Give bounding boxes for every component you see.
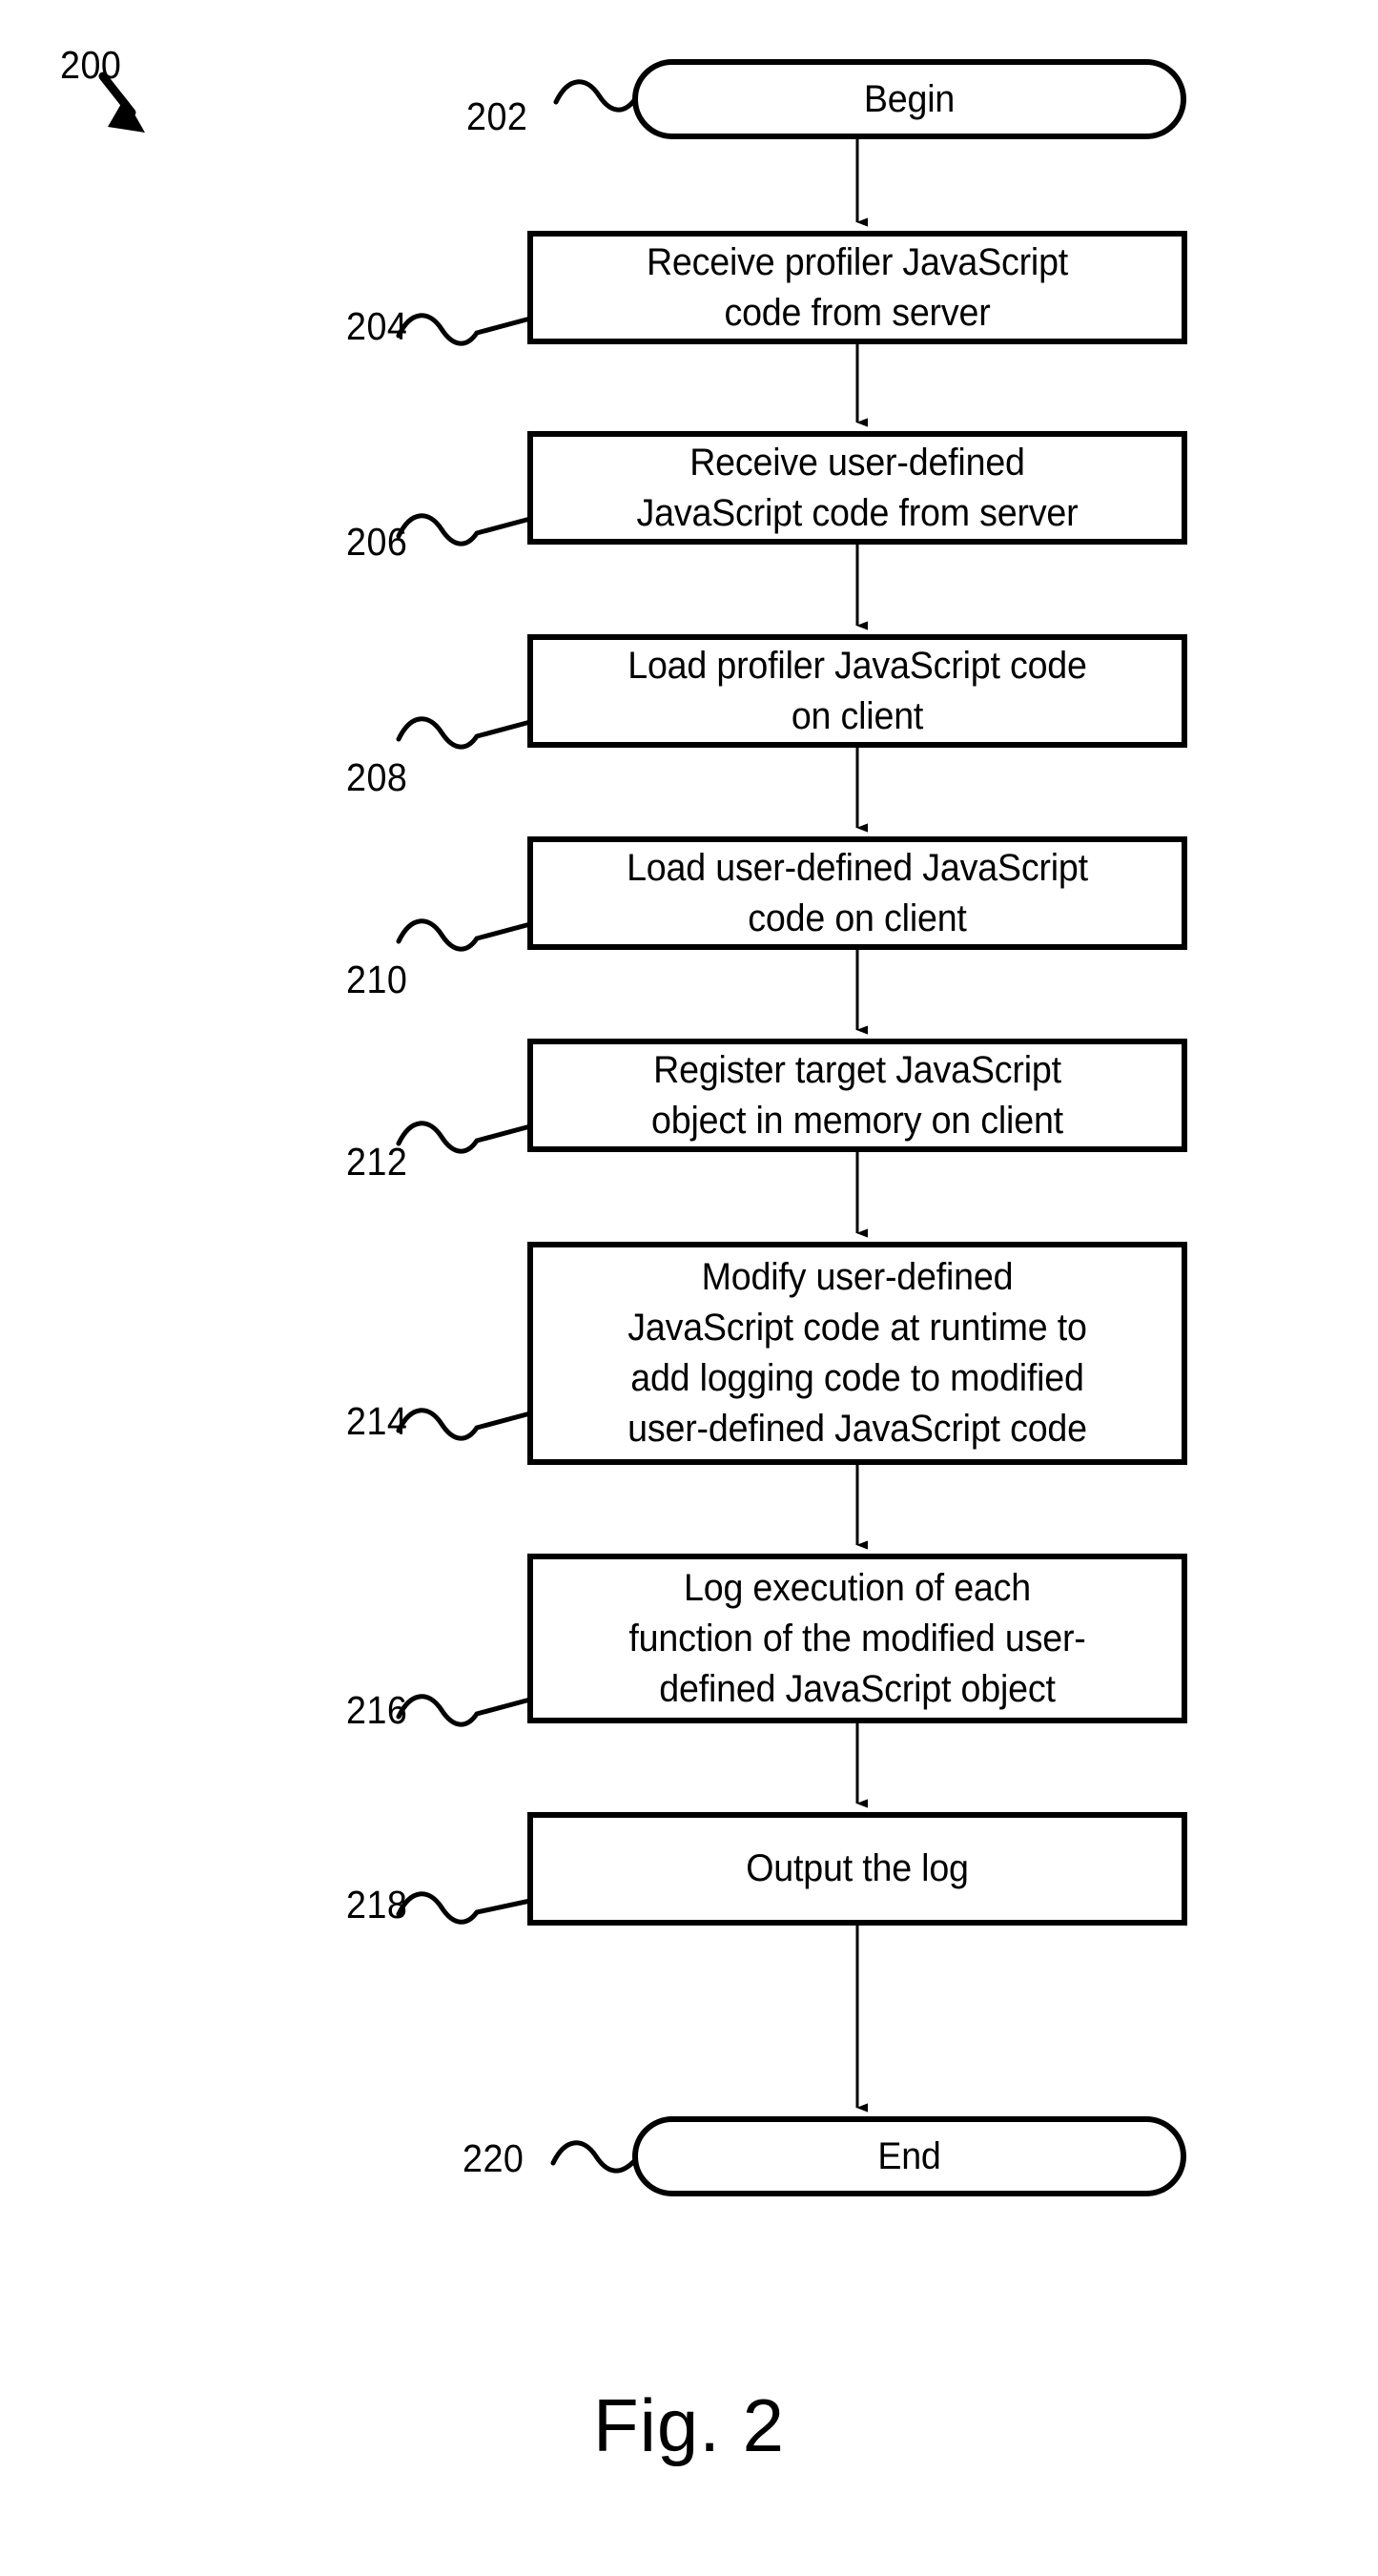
node-212-label: Register target JavaScript object in mem… [651, 1048, 1063, 1142]
figure-canvas: 200 202 204 206 208 210 212 214 216 218 … [0, 0, 1378, 2576]
squiggle-214 [396, 1408, 533, 1441]
node-214-label: Modify user-defined JavaScript code at r… [627, 1256, 1087, 1450]
ref-number-212: 212 [346, 1140, 408, 1184]
ref-number-220: 220 [463, 2136, 524, 2180]
figure-caption: Fig. 2 [592, 2383, 786, 2467]
node-218-label: Output the log [746, 1847, 969, 1889]
node-206: Receive user-defined JavaScript code fro… [530, 434, 1184, 542]
ref-number-210: 210 [346, 958, 408, 1001]
diagram-number-200: 200 [60, 43, 122, 87]
node-end-label: End [877, 2135, 941, 2177]
ref-number-214: 214 [346, 1399, 408, 1443]
squiggle-220 [550, 2140, 638, 2174]
node-204: Receive profiler JavaScript code from se… [530, 234, 1184, 341]
node-210-label: Load user-defined JavaScript code on cli… [627, 846, 1088, 939]
ref-number-204: 204 [346, 304, 408, 348]
squiggle-206 [396, 513, 533, 546]
node-208-label: Load profiler JavaScript code on client [627, 644, 1087, 737]
node-206-label: Receive user-defined JavaScript code fro… [636, 441, 1079, 534]
node-end: End [635, 2119, 1183, 2194]
ref-number-208: 208 [346, 755, 408, 799]
node-begin-label: Begin [863, 78, 956, 120]
node-212: Register target JavaScript object in mem… [530, 1041, 1184, 1149]
node-216: Log execution of each function of the mo… [530, 1556, 1184, 1721]
ref-number-202: 202 [466, 94, 528, 138]
squiggle-210 [396, 918, 533, 952]
squiggle-202 [553, 79, 638, 113]
node-214: Modify user-defined JavaScript code at r… [530, 1245, 1184, 1462]
ref-number-218: 218 [346, 1883, 408, 1927]
node-begin: Begin [635, 62, 1183, 136]
node-218: Output the log [530, 1815, 1184, 1923]
node-204-label: Receive profiler JavaScript code from se… [646, 240, 1069, 334]
squiggle-218 [396, 1891, 533, 1925]
squiggle-204 [396, 313, 533, 346]
ref-number-206: 206 [346, 520, 408, 564]
squiggle-216 [396, 1694, 533, 1727]
squiggle-212 [396, 1121, 533, 1154]
squiggle-208 [396, 716, 533, 750]
node-216-label: Log execution of each function of the mo… [628, 1566, 1086, 1710]
node-210: Load user-defined JavaScript code on cli… [530, 839, 1184, 947]
ref-number-216: 216 [346, 1688, 408, 1732]
node-208: Load profiler JavaScript code on client [530, 637, 1184, 745]
